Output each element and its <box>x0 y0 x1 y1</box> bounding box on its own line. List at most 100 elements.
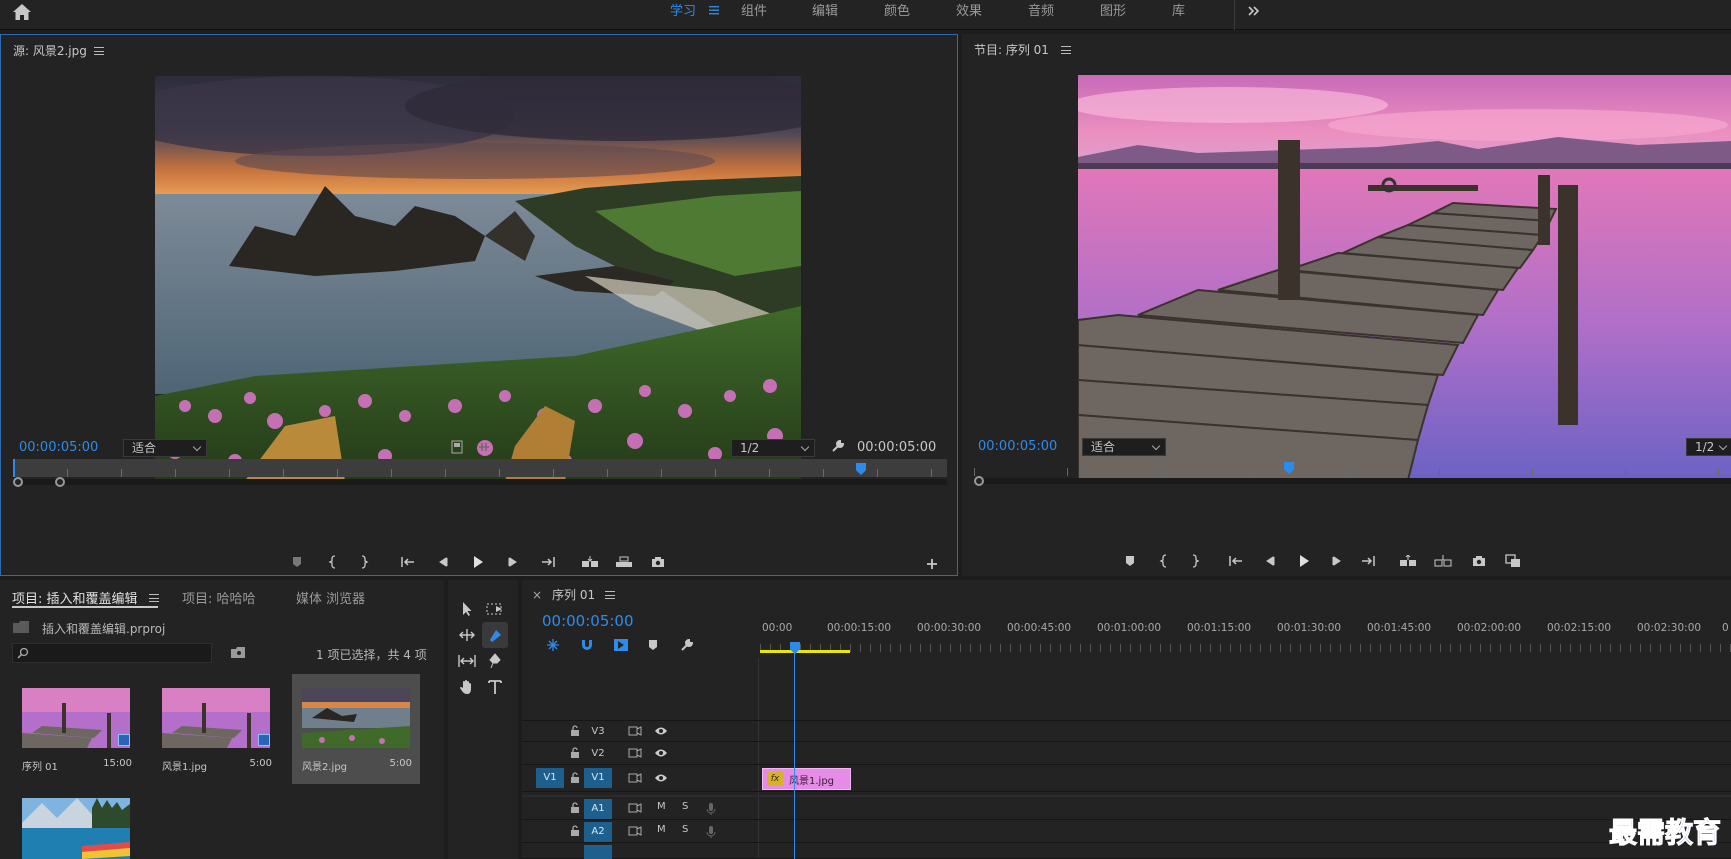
settings-wrench-icon[interactable] <box>831 439 845 453</box>
project-item-sequence[interactable]: 序列 01 15:00 <box>12 680 140 784</box>
source-resolution-dropdown[interactable]: 1/2 <box>731 439 815 457</box>
ws-tab-editing[interactable]: 编辑 <box>812 2 838 24</box>
add-marker-button[interactable] <box>1119 550 1141 572</box>
microphone-icon[interactable] <box>706 825 716 839</box>
mute-button[interactable]: M <box>657 801 666 812</box>
export-frame-button[interactable] <box>647 551 669 573</box>
go-to-out-button[interactable] <box>1357 550 1379 572</box>
program-timecode[interactable]: 00:00:05:00 <box>978 439 1057 454</box>
program-time-ruler[interactable] <box>974 458 1731 476</box>
ws-tab-learn[interactable]: 学习 <box>670 2 696 24</box>
go-to-out-button[interactable] <box>537 551 559 573</box>
sync-lock-icon[interactable] <box>628 726 642 736</box>
ws-tab-graphics[interactable]: 图形 <box>1100 2 1126 24</box>
panel-menu-icon[interactable] <box>94 47 104 55</box>
step-back-button[interactable] <box>432 551 454 573</box>
ws-tab-libraries[interactable]: 库 <box>1172 2 1185 24</box>
add-marker-button[interactable] <box>286 551 308 573</box>
lift-button[interactable] <box>1397 550 1419 572</box>
source-time-ruler[interactable] <box>13 459 947 477</box>
more-workspaces-icon[interactable] <box>1246 3 1262 19</box>
lock-icon[interactable] <box>570 747 580 759</box>
eye-icon[interactable] <box>654 773 668 783</box>
add-marker-button[interactable] <box>642 634 664 656</box>
panel-menu-icon[interactable] <box>605 591 615 599</box>
timeline-settings-button[interactable] <box>676 634 698 656</box>
project-item-landscape1[interactable]: 风景1.jpg 5:00 <box>152 680 280 784</box>
tab-project-insert[interactable]: 项目: 插入和覆盖编辑 <box>12 588 138 607</box>
selection-tool[interactable] <box>456 598 478 620</box>
fx-badge[interactable]: fx <box>767 772 783 786</box>
ws-tab-color[interactable]: 颜色 <box>884 2 910 24</box>
source-fit-dropdown[interactable]: 适合 <box>123 439 207 457</box>
mark-in-button[interactable] <box>1153 550 1175 572</box>
microphone-icon[interactable] <box>706 802 716 816</box>
clip-landscape1[interactable]: fx 风景1.jpg <box>762 768 851 790</box>
type-tool[interactable] <box>484 676 506 698</box>
mute-button[interactable]: M <box>657 824 666 835</box>
play-button[interactable] <box>1293 550 1315 572</box>
sync-lock-icon[interactable] <box>628 803 642 813</box>
timeline-timecode[interactable]: 00:00:05:00 <box>542 612 634 630</box>
sync-lock-icon[interactable] <box>628 748 642 758</box>
go-to-in-button[interactable] <box>1225 550 1247 572</box>
hand-tool[interactable] <box>456 676 478 698</box>
new-bin-icon[interactable] <box>230 646 246 659</box>
project-item-landscape2[interactable]: 风景2.jpg 5:00 <box>292 674 420 784</box>
track-label-v3[interactable]: V3 <box>584 722 612 742</box>
home-button[interactable] <box>12 3 38 25</box>
close-tab-icon[interactable]: × <box>532 588 542 602</box>
sync-lock-icon[interactable] <box>628 826 642 836</box>
work-area-bar[interactable] <box>760 650 850 653</box>
track-label-a2[interactable]: A2 <box>584 822 612 842</box>
eye-icon[interactable] <box>654 748 668 758</box>
track-label-v2[interactable]: V2 <box>584 744 612 764</box>
panel-menu-icon[interactable] <box>1061 46 1071 54</box>
comparison-view-button[interactable] <box>1502 550 1524 572</box>
track-label-v1[interactable]: V1 <box>584 768 612 788</box>
program-fit-dropdown[interactable]: 适合 <box>1082 438 1166 456</box>
eye-icon[interactable] <box>654 726 668 736</box>
program-zoom-scrollbar[interactable] <box>974 476 1731 486</box>
step-forward-button[interactable] <box>1326 550 1348 572</box>
step-forward-button[interactable] <box>502 551 524 573</box>
workspace-menu-icon[interactable] <box>708 4 720 16</box>
source-zoom-scrollbar[interactable] <box>13 477 947 487</box>
program-resolution-dropdown[interactable]: 1/2 <box>1686 438 1731 456</box>
extract-button[interactable] <box>1432 550 1454 572</box>
ws-tab-effects[interactable]: 效果 <box>956 2 982 24</box>
play-button[interactable] <box>467 551 489 573</box>
mark-in-button[interactable] <box>322 551 344 573</box>
mark-out-button[interactable] <box>353 551 375 573</box>
zoom-handle-left[interactable] <box>13 477 23 487</box>
timeline-ruler[interactable] <box>760 614 1731 658</box>
lock-icon[interactable] <box>570 802 580 814</box>
drag-video-icon[interactable] <box>451 440 463 454</box>
zoom-handle-right[interactable] <box>55 477 65 487</box>
snap-toggle[interactable] <box>576 634 598 656</box>
pen-tool[interactable] <box>484 650 506 672</box>
solo-button[interactable]: S <box>682 801 688 812</box>
nest-toggle[interactable] <box>542 634 564 656</box>
tab-project-hahaha[interactable]: 项目: 哈哈哈 <box>182 588 256 607</box>
mark-out-button[interactable] <box>1184 550 1206 572</box>
go-to-in-button[interactable] <box>397 551 419 573</box>
razor-tool[interactable] <box>482 622 508 648</box>
lock-icon[interactable] <box>570 772 580 784</box>
ws-tab-assembly[interactable]: 组件 <box>741 2 767 24</box>
panel-menu-icon[interactable] <box>149 594 159 602</box>
lock-icon[interactable] <box>570 725 580 737</box>
project-search-input[interactable] <box>12 643 212 663</box>
sync-lock-icon[interactable] <box>628 773 642 783</box>
lock-icon[interactable] <box>570 825 580 837</box>
tab-media-browser[interactable]: 媒体 浏览器 <box>296 588 365 607</box>
export-frame-button[interactable] <box>1468 550 1490 572</box>
source-timecode[interactable]: 00:00:05:00 <box>19 440 98 455</box>
source-patch-v1[interactable]: V1 <box>536 768 564 788</box>
track-select-tool[interactable] <box>484 598 506 620</box>
overwrite-button[interactable] <box>613 551 635 573</box>
ws-tab-audio[interactable]: 音频 <box>1028 2 1054 24</box>
insert-button[interactable] <box>579 551 601 573</box>
step-back-button[interactable] <box>1259 550 1281 572</box>
track-label-a3[interactable] <box>584 845 612 859</box>
